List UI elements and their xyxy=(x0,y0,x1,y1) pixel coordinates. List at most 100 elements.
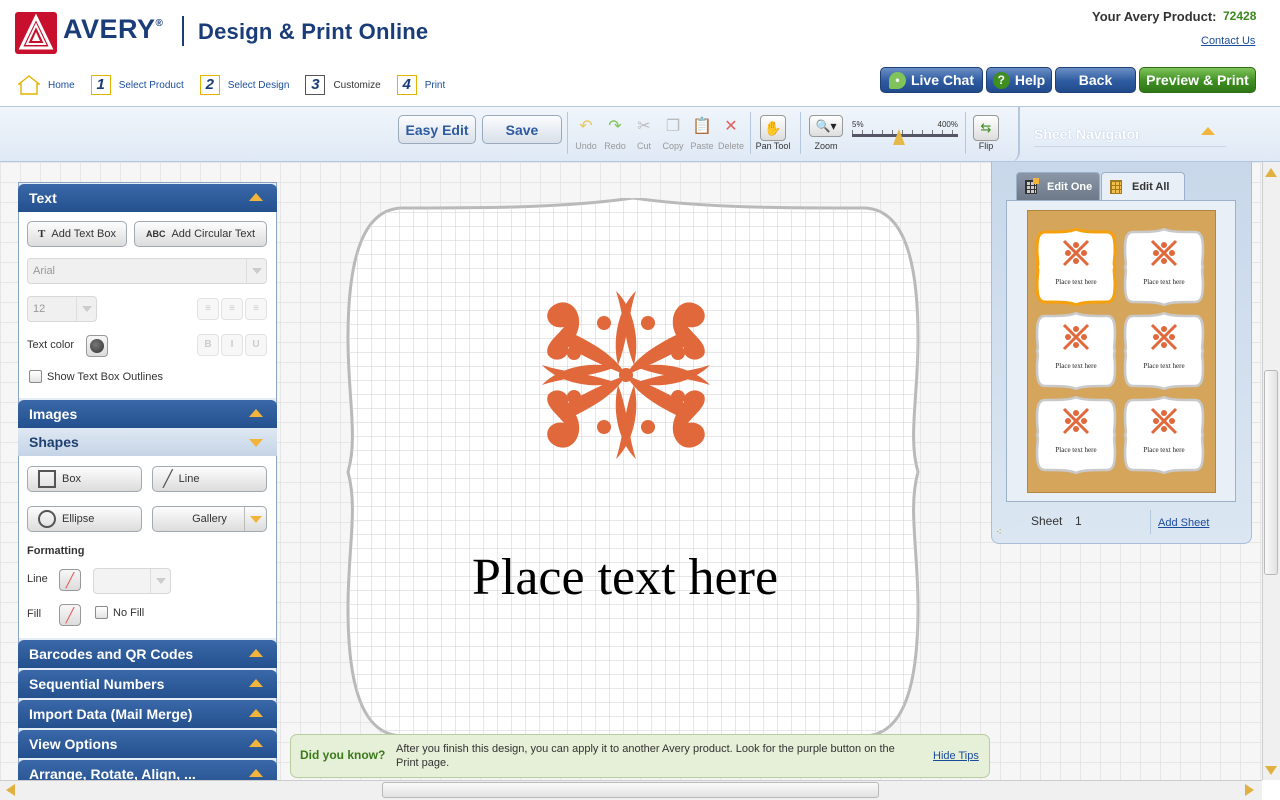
delete-button[interactable]: ✕ Delete xyxy=(716,115,746,151)
add-sheet-link[interactable]: Add Sheet xyxy=(1158,517,1209,529)
pan-tool-button[interactable]: ✋ Pan Tool xyxy=(755,115,791,151)
avery-logo-icon xyxy=(15,12,57,54)
ellipse-shape-button[interactable]: Ellipse xyxy=(27,506,142,532)
bold-button[interactable]: B xyxy=(197,334,219,356)
mini-label-6[interactable]: Place text here xyxy=(1123,395,1205,475)
step-print[interactable]: 4 Print xyxy=(396,75,445,95)
mini-label-2[interactable]: Place text here xyxy=(1123,227,1205,307)
italic-button[interactable]: I xyxy=(221,334,243,356)
sequential-numbers-section-header[interactable]: Sequential Numbers xyxy=(18,670,277,698)
text-color-swatch[interactable] xyxy=(86,335,108,357)
add-text-box-button[interactable]: T Add Text Box xyxy=(27,221,127,247)
vertical-scroll-thumb[interactable] xyxy=(1264,370,1278,575)
mini-label-1[interactable]: Place text here xyxy=(1035,227,1117,307)
mini-label-4[interactable]: Place text here xyxy=(1123,311,1205,391)
collapse-arrow-icon xyxy=(249,709,263,717)
barcodes-section-header[interactable]: Barcodes and QR Codes xyxy=(18,640,277,668)
underline-button[interactable]: U xyxy=(245,334,267,356)
fill-color-swatch[interactable]: ╱ xyxy=(59,604,81,626)
align-center-button[interactable]: ≡ xyxy=(221,298,243,320)
show-outlines-checkbox[interactable] xyxy=(29,370,42,383)
mini-label-3[interactable]: Place text here xyxy=(1035,311,1117,391)
collapse-arrow-icon xyxy=(249,739,263,747)
collapse-arrow-icon[interactable] xyxy=(1201,127,1215,135)
help-button[interactable]: ? Help xyxy=(986,67,1052,93)
contact-us-link[interactable]: Contact Us xyxy=(1201,35,1255,47)
line-format-label: Line xyxy=(27,573,48,585)
hide-tips-link[interactable]: Hide Tips xyxy=(933,750,979,762)
step-number: 3 xyxy=(305,75,326,95)
easy-edit-button[interactable]: Easy Edit xyxy=(398,115,476,144)
mini-ornament-icon xyxy=(1062,239,1090,267)
scroll-down-arrow-icon[interactable] xyxy=(1265,766,1277,775)
resize-grip-icon[interactable]: ⁖ xyxy=(996,527,1002,538)
label-text-box[interactable]: Place text here xyxy=(345,548,905,607)
back-button[interactable]: Back xyxy=(1055,67,1136,93)
images-section-header[interactable]: Images xyxy=(18,400,277,428)
line-color-swatch[interactable]: ╱ xyxy=(59,569,81,591)
logo-divider xyxy=(182,16,184,46)
zoom-max-label: 400% xyxy=(937,120,958,129)
mini-label-shape xyxy=(1035,227,1117,307)
chevron-down-icon xyxy=(244,507,266,531)
label-canvas[interactable] xyxy=(343,198,923,746)
toolbar-separator xyxy=(750,112,751,154)
no-color-slash-icon: ╱ xyxy=(65,606,75,623)
mini-label-shape xyxy=(1123,227,1205,307)
toolbar-separator xyxy=(965,112,966,154)
live-chat-button[interactable]: • Live Chat xyxy=(880,67,983,93)
font-size-select[interactable]: 12 xyxy=(27,296,97,322)
toolbar-separator xyxy=(567,112,568,154)
no-fill-checkbox[interactable] xyxy=(95,606,108,619)
chevron-down-icon xyxy=(76,297,96,321)
redo-icon: ↷ xyxy=(608,118,622,135)
tab-edit-one[interactable]: Edit One xyxy=(1016,172,1100,200)
horizontal-scroll-thumb[interactable] xyxy=(382,782,879,798)
collapse-arrow-icon xyxy=(249,769,263,777)
text-color-label: Text color xyxy=(27,339,75,351)
undo-button[interactable]: ↶ Undo xyxy=(571,115,601,151)
redo-button[interactable]: ↷ Redo xyxy=(600,115,630,151)
mini-ornament-icon xyxy=(1150,407,1178,435)
line-shape-button[interactable]: ╱ Line xyxy=(152,466,267,492)
save-button[interactable]: Save xyxy=(482,115,562,144)
zoom-thumb[interactable] xyxy=(892,129,905,145)
mini-ornament-icon xyxy=(1150,239,1178,267)
scroll-right-arrow-icon[interactable] xyxy=(1245,784,1254,796)
brand-name: AVERY® xyxy=(63,14,164,44)
shapes-section-header[interactable]: Shapes xyxy=(18,428,277,456)
align-left-button[interactable]: ≡ xyxy=(197,298,219,320)
view-options-section-header[interactable]: View Options xyxy=(18,730,277,758)
mini-ornament-icon xyxy=(1150,323,1178,351)
scroll-left-arrow-icon[interactable] xyxy=(6,784,15,796)
scissors-icon: ✂ xyxy=(637,118,651,135)
step-label: Select Design xyxy=(227,79,290,91)
fill-format-label: Fill xyxy=(27,608,42,620)
zoom-button[interactable]: 🔍▾ Zoom xyxy=(808,115,844,151)
gallery-dropdown[interactable]: Gallery xyxy=(152,506,267,532)
diagonal-line-icon: ╱ xyxy=(163,471,173,488)
tab-edit-all[interactable]: Edit All xyxy=(1101,172,1185,200)
step-select-design[interactable]: 2 Select Design xyxy=(199,75,290,95)
scroll-up-arrow-icon[interactable] xyxy=(1265,168,1277,177)
cut-button[interactable]: ✂ Cut xyxy=(629,115,659,151)
home-icon xyxy=(18,75,40,95)
align-right-button[interactable]: ≡ xyxy=(245,298,267,320)
line-weight-select[interactable] xyxy=(93,568,171,594)
add-circular-text-button[interactable]: ABC Add Circular Text xyxy=(134,221,267,247)
product-number: 72428 xyxy=(1223,9,1257,23)
copy-button[interactable]: ❐ Copy xyxy=(658,115,688,151)
tips-title: Did you know? xyxy=(300,748,386,762)
font-select[interactable]: Arial xyxy=(27,258,267,284)
box-shape-button[interactable]: Box xyxy=(27,466,142,492)
step-customize[interactable]: 3 Customize xyxy=(305,75,381,95)
mini-label-5[interactable]: Place text here xyxy=(1035,395,1117,475)
text-section-header[interactable]: Text xyxy=(18,184,277,212)
step-select-product[interactable]: 1 Select Product xyxy=(90,75,184,95)
toolbar-separator xyxy=(800,112,801,154)
preview-print-button[interactable]: Preview & Print xyxy=(1139,67,1256,93)
import-data-section-header[interactable]: Import Data (Mail Merge) xyxy=(18,700,277,728)
flip-button[interactable]: ⇆ Flip xyxy=(971,115,1001,151)
step-home[interactable]: Home xyxy=(18,75,75,95)
paste-button[interactable]: 📋 Paste xyxy=(687,115,717,151)
